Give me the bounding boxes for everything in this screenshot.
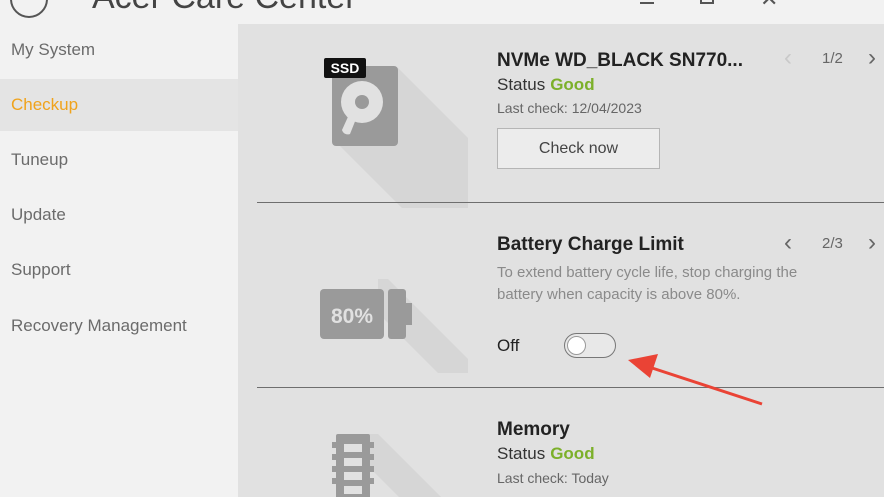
sidebar-item-recovery-management[interactable]: Recovery Management	[0, 300, 238, 352]
memory-card-title: Memory	[497, 419, 570, 440]
toggle-state-label: Off	[497, 336, 520, 355]
battery-card-title: Battery Charge Limit	[497, 234, 684, 255]
status-label: Status	[497, 75, 546, 94]
ssd-drive-icon: SSD	[318, 58, 468, 208]
charge-limit-toggle[interactable]	[564, 333, 616, 358]
status-value: Good	[550, 444, 595, 463]
maximize-icon[interactable]	[700, 0, 714, 4]
memory-module-icon	[332, 430, 452, 497]
back-arrow-icon[interactable]	[10, 0, 48, 18]
storage-status: Status Good	[497, 75, 595, 95]
minimize-icon[interactable]	[640, 0, 654, 4]
battery-80-icon: 80%	[318, 263, 468, 373]
checkup-panel: SSD NVMe WD_BLACK SN770... Status Good La…	[238, 24, 884, 497]
sidebar-item-update[interactable]: Update	[0, 189, 238, 241]
status-value: Good	[550, 75, 595, 94]
memory-last-check: Last check: Today	[497, 470, 609, 486]
pager-next-icon[interactable]: ›	[868, 46, 876, 70]
sidebar-item-tuneup[interactable]: Tuneup	[0, 134, 238, 186]
sidebar: My System Checkup Tuneup Update Support …	[0, 24, 238, 497]
toggle-knob	[567, 336, 586, 355]
title-bar: Acer Care Center ✕	[0, 0, 884, 24]
pager-next-icon[interactable]: ›	[868, 231, 876, 255]
app-title: Acer Care Center	[92, 0, 357, 17]
pager-count: 1/2	[822, 50, 843, 67]
sidebar-item-checkup[interactable]: Checkup	[0, 79, 238, 131]
pager-prev-icon[interactable]: ‹	[784, 231, 792, 255]
check-now-button[interactable]: Check now	[497, 128, 660, 169]
pager-count: 2/3	[822, 235, 843, 252]
status-label: Status	[497, 444, 546, 463]
storage-card: SSD NVMe WD_BLACK SN770... Status Good La…	[238, 24, 884, 208]
pager-prev-icon[interactable]: ‹	[784, 46, 792, 70]
sidebar-item-my-system[interactable]: My System	[0, 24, 238, 76]
svg-text:SSD: SSD	[331, 60, 360, 76]
storage-card-title: NVMe WD_BLACK SN770...	[497, 50, 743, 71]
battery-pager: ‹ 2/3 ›	[784, 231, 884, 255]
sidebar-item-support[interactable]: Support	[0, 244, 238, 296]
memory-status: Status Good	[497, 444, 595, 464]
battery-card: 80% Battery Charge Limit To extend batte…	[238, 203, 884, 387]
memory-card: Memory Status Good Last check: Today	[238, 388, 884, 497]
battery-description: To extend battery cycle life, stop charg…	[497, 264, 798, 303]
storage-last-check: Last check: 12/04/2023	[497, 100, 642, 116]
acer-care-center-window: Acer Care Center ✕ My System Checkup Tun…	[0, 0, 884, 497]
svg-text:80%: 80%	[331, 305, 373, 328]
storage-pager: ‹ 1/2 ›	[784, 46, 884, 70]
